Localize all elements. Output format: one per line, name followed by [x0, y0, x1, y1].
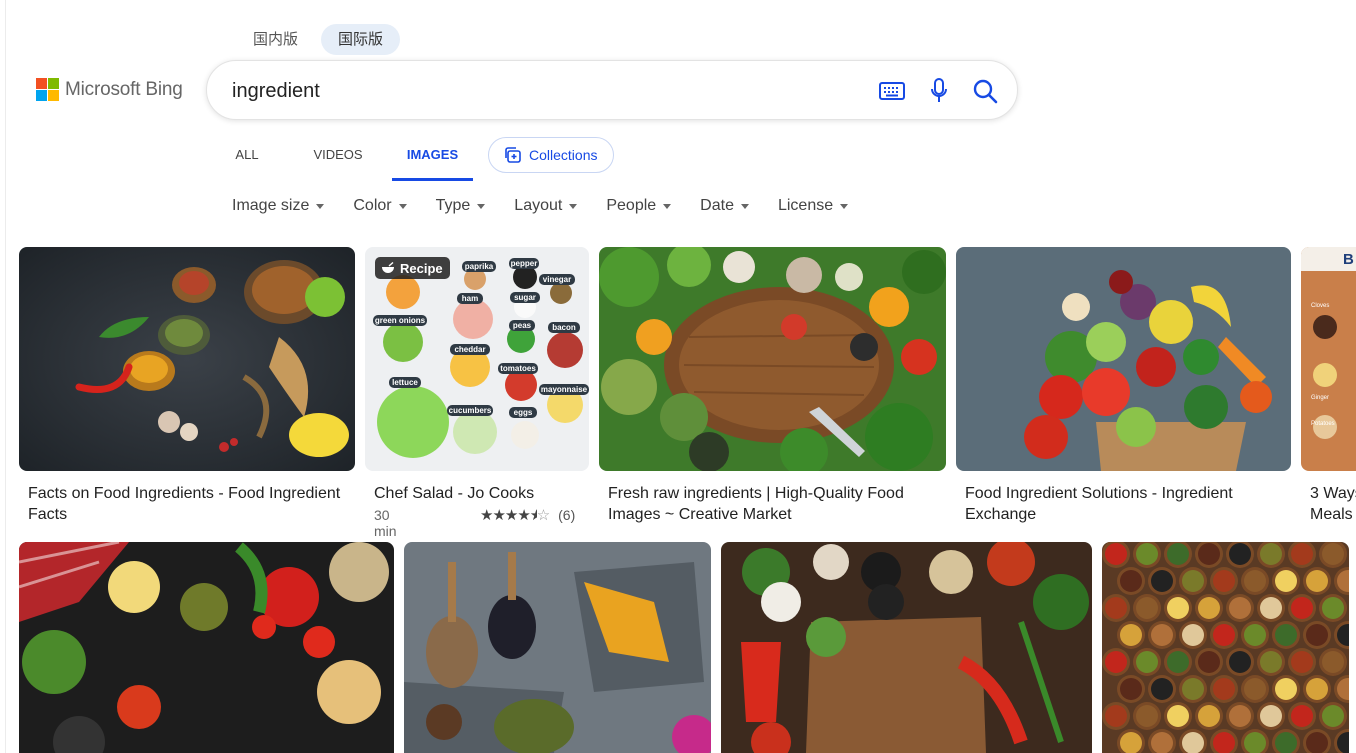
caret-down-icon	[740, 204, 749, 209]
caret-down-icon	[569, 204, 578, 209]
thumb-label: B	[1343, 251, 1354, 268]
result-thumbnail[interactable]	[19, 247, 355, 471]
recipe-badge: Recipe	[375, 257, 450, 279]
search-box	[206, 60, 1018, 120]
region-tab-domestic[interactable]: 国内版	[236, 24, 315, 55]
filter-type[interactable]: Type	[436, 197, 486, 215]
thumb-label: tomatoes	[500, 364, 536, 373]
caret-down-icon	[663, 204, 672, 209]
search-icon[interactable]	[970, 76, 1000, 106]
keyboard-icon[interactable]	[877, 76, 907, 106]
bing-images-page: 国内版 国际版 Microsoft Bing ALL VIDEOS IMAGES…	[5, 0, 1356, 753]
filter-bar: Image size Color Type Layout People Date…	[232, 197, 877, 215]
thumb-label: vinegar	[543, 275, 571, 284]
filter-image-size[interactable]: Image size	[232, 197, 325, 215]
thumb-label: sugar	[514, 293, 536, 302]
caret-down-icon	[840, 204, 849, 209]
collections-icon	[505, 147, 521, 163]
thumb-label: ham	[462, 294, 478, 303]
filter-date[interactable]: Date	[700, 197, 749, 215]
bowl-icon	[382, 262, 394, 273]
result-thumbnail[interactable]	[19, 542, 394, 753]
recipe-time: 30 min	[374, 507, 397, 539]
thumb-label: Cloves	[1311, 303, 1329, 309]
result-thumbnail[interactable]: paprika pepper vinegar ham sugar green o…	[365, 247, 589, 471]
region-tab-international[interactable]: 国际版	[321, 24, 401, 55]
result-thumbnail[interactable]: B Cloves Ginger Potatoes	[1301, 247, 1356, 471]
brand-name: Microsoft Bing	[65, 78, 183, 100]
bing-logo[interactable]: Microsoft Bing	[36, 78, 183, 101]
caret-down-icon	[316, 204, 325, 209]
thumb-label: eggs	[514, 408, 533, 417]
tab-videos[interactable]: VIDEOS	[300, 136, 376, 181]
tab-images[interactable]: IMAGES	[392, 136, 473, 181]
result-thumbnail[interactable]	[599, 247, 946, 471]
tab-all[interactable]: ALL	[216, 136, 278, 181]
region-switcher: 国内版 国际版	[236, 24, 401, 55]
search-input[interactable]	[232, 75, 832, 107]
result-caption[interactable]: Facts on Food Ingredients - Food Ingredi…	[28, 483, 358, 525]
result-caption[interactable]: Fresh raw ingredients | High-Quality Foo…	[608, 483, 948, 525]
thumb-label: bacon	[552, 323, 576, 332]
filter-people[interactable]: People	[606, 197, 672, 215]
result-caption[interactable]: Food Ingredient Solutions - Ingredient E…	[965, 483, 1295, 525]
thumb-label: lettuce	[392, 378, 418, 387]
thumb-label: pepper	[511, 259, 538, 268]
result-thumbnail[interactable]	[404, 542, 711, 753]
caret-down-icon	[477, 204, 486, 209]
thumb-label: mayonnaise	[541, 385, 588, 394]
thumb-label: Potatoes	[1311, 421, 1335, 427]
thumb-label: Ginger	[1311, 395, 1329, 401]
caret-down-icon	[398, 204, 407, 209]
collections-button[interactable]: Collections	[488, 137, 615, 173]
microphone-icon[interactable]	[924, 76, 954, 106]
filter-license[interactable]: License	[778, 197, 849, 215]
microsoft-logo-icon	[36, 78, 59, 101]
result-caption[interactable]: Chef Salad - Jo Cooks	[374, 483, 594, 504]
result-thumbnail[interactable]	[956, 247, 1291, 471]
collections-label: Collections	[529, 147, 598, 163]
thumb-label: green onions	[375, 316, 426, 325]
recipe-rating: ★★★★★☆ (6)	[480, 507, 576, 524]
star-rating-icon: ★★★★★☆	[480, 507, 550, 524]
result-caption[interactable]: 3 Ways Meals	[1310, 483, 1356, 525]
filter-color[interactable]: Color	[353, 197, 407, 215]
thumb-label: cheddar	[454, 345, 485, 354]
result-thumbnail[interactable]	[1102, 542, 1349, 753]
thumb-label: paprika	[465, 262, 494, 271]
thumb-label: peas	[513, 321, 532, 330]
filter-layout[interactable]: Layout	[514, 197, 578, 215]
result-thumbnail[interactable]	[721, 542, 1092, 753]
thumb-label: cucumbers	[449, 406, 492, 415]
